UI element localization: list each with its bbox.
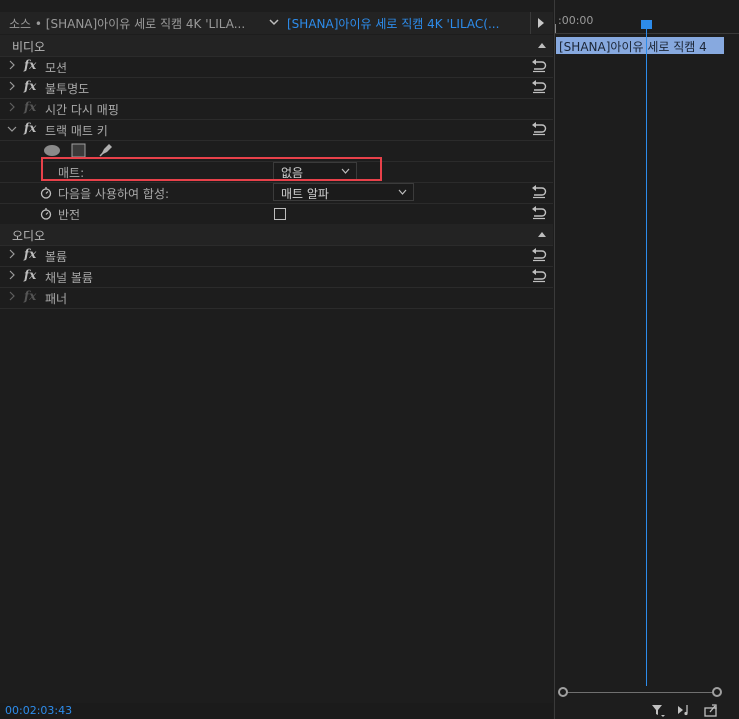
effect-row-volume[interactable]: fx 볼륨 <box>0 245 553 267</box>
timeline-panel: :00:00 [SHANA]아이유 세로 직캠 4 <box>554 0 739 719</box>
effect-row-time-remap[interactable]: fx 시간 다시 매핑 <box>0 98 553 120</box>
effect-label-volume: 볼륨 <box>45 250 68 264</box>
effect-label-opacity: 불투명도 <box>45 82 90 96</box>
section-video-label: 비디오 <box>12 40 46 54</box>
clip-bar-label: [SHANA]아이유 세로 직캠 4 <box>559 40 707 54</box>
reset-icon[interactable] <box>531 269 547 283</box>
stopwatch-icon[interactable] <box>40 207 52 220</box>
effect-label-channel-volume: 채널 볼륨 <box>45 271 93 285</box>
reset-icon[interactable] <box>531 59 547 73</box>
expand-chevron-icon[interactable] <box>9 60 15 70</box>
collapse-up-icon[interactable] <box>538 232 546 237</box>
fx-icon[interactable]: fx <box>24 268 36 282</box>
reset-icon[interactable] <box>531 122 547 136</box>
reverse-checkbox[interactable] <box>274 208 286 220</box>
source-tab[interactable]: 소스 • [SHANA]아이유 세로 직캠 4K 'LILA... <box>9 15 245 32</box>
zoom-scroll-track[interactable] <box>563 692 717 693</box>
playhead-line[interactable] <box>646 24 647 686</box>
effect-row-opacity[interactable]: fx 불투명도 <box>0 77 553 99</box>
pen-mask-icon[interactable] <box>98 142 114 158</box>
zoom-scroll-right-handle[interactable] <box>712 687 722 697</box>
section-audio-label: 오디오 <box>12 229 46 243</box>
effect-row-track-matte[interactable]: fx 트랙 매트 키 <box>0 119 553 141</box>
expand-chevron-icon[interactable] <box>9 270 15 280</box>
effect-label-panner: 패너 <box>45 292 68 306</box>
expanded-chevron-icon[interactable] <box>7 126 17 132</box>
export-icon[interactable] <box>703 702 719 718</box>
footer-bar: 00:02:03:43 <box>0 703 553 719</box>
ellipse-mask-icon[interactable] <box>43 144 61 157</box>
reverse-label: 반전 <box>58 208 81 222</box>
clip-tab[interactable]: [SHANA]아이유 세로 직캠 4K 'LILAC(... <box>287 15 499 32</box>
reset-icon[interactable] <box>531 185 547 199</box>
fx-icon[interactable]: fx <box>24 247 36 261</box>
expand-chevron-icon[interactable] <box>9 291 15 301</box>
property-row-composite: 다음을 사용하여 합성: 매트 알파 <box>0 182 553 204</box>
play-audio-icon[interactable] <box>676 702 692 718</box>
fx-icon: fx <box>24 289 37 303</box>
fx-icon[interactable]: fx <box>24 58 36 72</box>
current-timecode[interactable]: 00:02:03:43 <box>5 704 72 717</box>
collapse-up-icon[interactable] <box>538 43 546 48</box>
rectangle-mask-icon[interactable] <box>71 143 86 158</box>
zoom-scroll-left-handle[interactable] <box>558 687 568 697</box>
property-row-reverse: 반전 <box>0 203 553 225</box>
chevron-down-icon <box>398 189 407 195</box>
composite-select[interactable]: 매트 알파 <box>273 183 414 201</box>
expand-chevron-icon[interactable] <box>9 81 15 91</box>
panel-header: 소스 • [SHANA]아이유 세로 직캠 4K 'LILA... [SHANA… <box>0 12 553 34</box>
expand-chevron-icon[interactable] <box>9 249 15 259</box>
reset-icon[interactable] <box>531 206 547 220</box>
fx-icon[interactable]: fx <box>24 79 36 93</box>
effect-row-panner[interactable]: fx 패너 <box>0 287 553 309</box>
reset-icon[interactable] <box>531 80 547 94</box>
composite-value: 매트 알파 <box>281 187 329 201</box>
filter-icon[interactable] <box>650 702 666 718</box>
effect-label-track-matte: 트랙 매트 키 <box>45 124 108 138</box>
section-video[interactable]: 비디오 <box>0 35 553 57</box>
effect-label-time-remap: 시간 다시 매핑 <box>45 103 119 117</box>
fx-icon[interactable]: fx <box>24 121 36 135</box>
stopwatch-icon[interactable] <box>40 186 52 199</box>
clip-bar[interactable]: [SHANA]아이유 세로 직캠 4 <box>556 37 724 54</box>
reset-icon[interactable] <box>531 248 547 262</box>
effect-row-motion[interactable]: fx 모션 <box>0 56 553 78</box>
effect-label-motion: 모션 <box>45 61 68 75</box>
header-divider <box>530 12 531 34</box>
highlight-box <box>41 157 382 181</box>
chevron-down-icon[interactable] <box>268 16 280 28</box>
fx-icon: fx <box>24 100 37 114</box>
effect-row-channel-volume[interactable]: fx 채널 볼륨 <box>0 266 553 288</box>
play-arrow-icon[interactable] <box>538 18 544 28</box>
section-audio[interactable]: 오디오 <box>0 224 553 246</box>
expand-chevron-icon[interactable] <box>9 102 15 112</box>
composite-label: 다음을 사용하여 합성: <box>58 187 170 201</box>
